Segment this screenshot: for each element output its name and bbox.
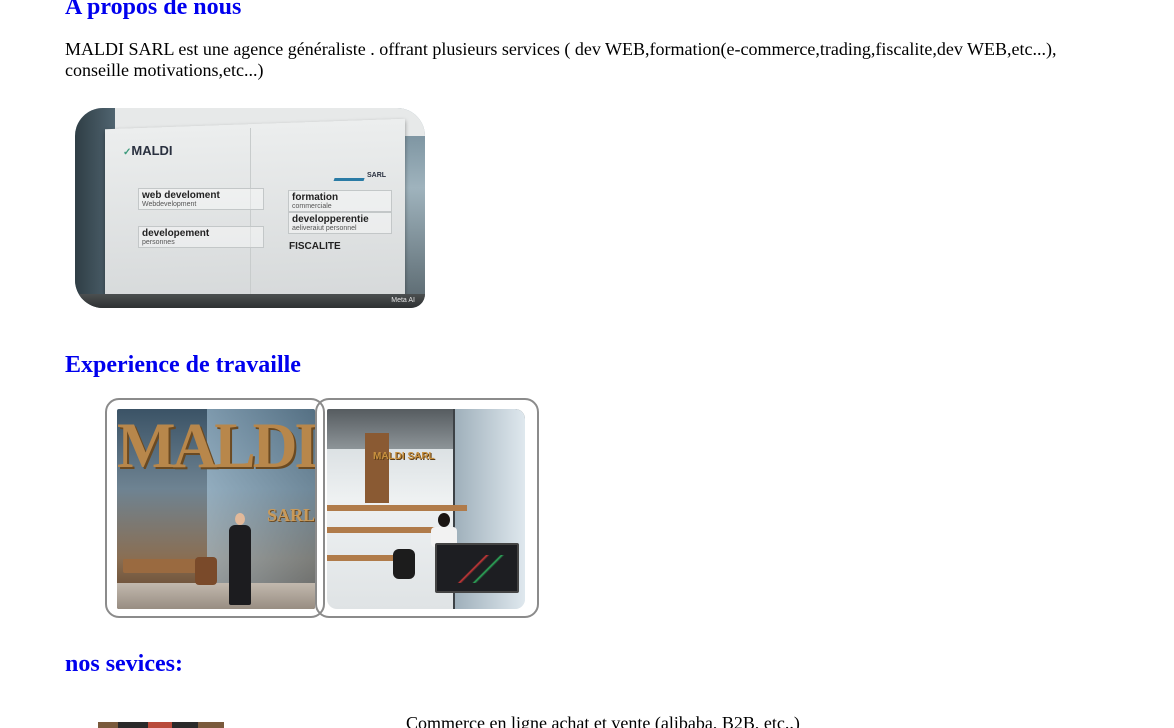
tile-web-dev: web develoment Webdevelopment — [138, 188, 264, 210]
person-head — [235, 513, 245, 525]
floor — [75, 294, 425, 308]
experience-photo-workspace: MALDI SARL — [327, 409, 525, 609]
about-description: MALDI SARL est une agence généraliste . … — [65, 39, 1057, 80]
wall-sign: MALDI SARL — [373, 451, 435, 462]
chair — [195, 557, 217, 585]
brand-logo: ✓MALDI — [123, 143, 173, 158]
person-head — [438, 513, 450, 527]
trading-monitor — [435, 543, 519, 593]
about-image: ✓MALDI SARL web develoment Webdevelopment… — [75, 108, 425, 308]
experience-photo-office: MALDI SARL — [117, 409, 315, 609]
tile-formation: formation commerciale — [288, 190, 392, 212]
experience-photo-card[interactable]: MALDI SARL — [105, 398, 325, 618]
tile-developpement-personnel: developperentie aeliveraiut personnel — [288, 212, 392, 234]
floor — [117, 583, 315, 609]
wall-lettering-sarl: SARL — [267, 505, 315, 525]
wall-lettering: MALDI — [117, 410, 315, 482]
experience-photo-card[interactable]: MALDI SARL — [315, 398, 539, 618]
experience-heading: Experience de travaille — [65, 352, 301, 378]
brand-sarl: SARL — [367, 172, 387, 179]
tile-developement: developement personnes — [138, 226, 264, 248]
chart-line — [441, 555, 511, 583]
pillar — [365, 433, 389, 503]
desk-row — [327, 527, 437, 533]
chair — [393, 549, 415, 579]
services-heading: nos sevices: — [65, 651, 183, 677]
board-divider — [250, 128, 251, 296]
page: A propos de nous MALDI SARL est une agen… — [0, 0, 1174, 728]
about-heading: A propos de nous — [65, 0, 242, 20]
tile-fiscalite: FISCALITE — [289, 241, 341, 252]
service-thumbnail — [98, 722, 224, 728]
person-body — [229, 525, 251, 605]
desk-row — [327, 555, 397, 561]
desk-row — [327, 505, 467, 511]
watermark: Meta AI — [391, 297, 415, 304]
service-item-text: Commerce en ligne achat et vente (alibab… — [406, 713, 800, 728]
